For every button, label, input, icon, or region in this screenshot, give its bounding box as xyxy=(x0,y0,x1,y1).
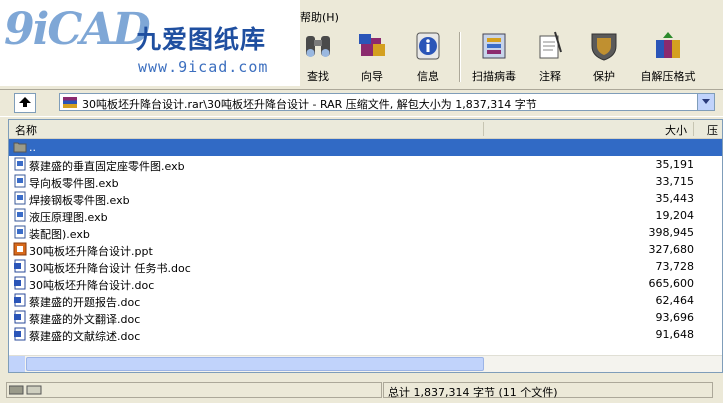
path-bar: 30吨板坯升降台设计.rar\30吨板坯升降台设计 - RAR 压缩文件, 解包… xyxy=(0,89,723,117)
logo-mark: 9iCAD xyxy=(4,4,151,55)
ppt-file-icon xyxy=(13,242,27,256)
horizontal-scrollbar[interactable] xyxy=(9,355,722,372)
file-size: 35,191 xyxy=(655,158,695,171)
scroll-thumb[interactable] xyxy=(26,357,484,371)
wizard-label: 向导 xyxy=(361,70,383,83)
virus-scan-label: 扫描病毒 xyxy=(472,70,516,83)
file-size: 665,600 xyxy=(648,277,695,290)
column-separator[interactable] xyxy=(483,122,484,136)
file-row[interactable]: 焊接钢板零件图.exb 35,443 xyxy=(9,190,722,207)
logo-url: www.9icad.com xyxy=(138,58,269,76)
exb-file-icon xyxy=(13,174,27,188)
status-bar: 总计 1,837,314 字节 (11 个文件) xyxy=(0,378,723,403)
logo-name: 九爱图纸库 xyxy=(136,25,267,54)
wizard-button[interactable]: 向导 xyxy=(346,30,398,84)
virus-scan-icon xyxy=(482,33,506,59)
file-row[interactable]: 30吨板坯升降台设计 任务书.doc 73,728 xyxy=(9,258,722,275)
sfx-label: 自解压格式 xyxy=(640,70,696,83)
status-right-panel: 总计 1,837,314 字节 (11 个文件) xyxy=(383,382,713,399)
rar-archive-icon xyxy=(63,97,77,108)
comment-icon xyxy=(539,31,562,59)
exb-file-icon xyxy=(13,225,27,239)
doc-file-icon xyxy=(13,259,27,273)
file-row[interactable]: 蔡建盛的外文翻译.doc 93,696 xyxy=(9,309,722,326)
menu-help[interactable]: 帮助(H) xyxy=(300,9,339,25)
file-row[interactable]: 蔡建盛的垂直固定座零件图.exb 35,191 xyxy=(9,156,722,173)
file-size: 73,728 xyxy=(655,260,695,273)
path-text: 30吨板坯升降台设计.rar\30吨板坯升降台设计 - RAR 压缩文件, 解包… xyxy=(82,98,537,111)
file-name: 蔡建盛的开题报告.doc xyxy=(29,296,141,309)
file-size: 398,945 xyxy=(648,226,695,239)
file-name: 装配图).exb xyxy=(29,228,90,241)
sfx-icon xyxy=(656,32,680,58)
file-name: .. xyxy=(29,141,36,154)
column-packed[interactable]: 压 xyxy=(707,122,718,138)
file-name: 导向板零件图.exb xyxy=(29,177,119,190)
column-header: 名称 大小 压 xyxy=(9,120,722,139)
info-label: 信息 xyxy=(417,70,439,83)
sfx-button[interactable]: 自解压格式 xyxy=(636,30,700,84)
up-arrow-icon xyxy=(19,97,31,107)
file-name: 30吨板坯升降台设计.ppt xyxy=(29,245,153,258)
file-name: 30吨板坯升降台设计.doc xyxy=(29,279,155,292)
shield-icon xyxy=(591,33,617,61)
status-left-panel xyxy=(6,382,382,398)
virus-scan-button[interactable]: 扫描病毒 xyxy=(466,30,522,84)
file-name: 液压原理图.exb xyxy=(29,211,108,224)
file-name: 30吨板坯升降台设计 任务书.doc xyxy=(29,262,191,275)
scroll-left-button[interactable] xyxy=(9,356,25,372)
file-row[interactable]: .. xyxy=(9,139,722,156)
toolbar-separator xyxy=(459,32,461,82)
file-row[interactable]: 装配图).exb 398,945 xyxy=(9,224,722,241)
status-total: 总计 1,837,314 字节 (11 个文件) xyxy=(388,386,558,399)
file-row[interactable]: 蔡建盛的开题报告.doc 62,464 xyxy=(9,292,722,309)
protect-label: 保护 xyxy=(593,70,615,83)
file-size: 19,204 xyxy=(655,209,695,222)
column-size[interactable]: 大小 xyxy=(665,122,687,138)
file-name: 蔡建盛的文献综述.doc xyxy=(29,330,141,343)
info-button[interactable]: 信息 xyxy=(402,30,454,84)
file-row[interactable]: 30吨板坯升降台设计.doc 665,600 xyxy=(9,275,722,292)
file-rows: .. 蔡建盛的垂直固定座零件图.exb 35,191 导向板零件图.exb 33,715… xyxy=(9,139,722,343)
file-row[interactable]: 蔡建盛的文献综述.doc 91,648 xyxy=(9,326,722,343)
file-name: 蔡建盛的外文翻译.doc xyxy=(29,313,141,326)
watermark-logo: 9iCAD 九爱图纸库 www.9icad.com xyxy=(0,0,300,86)
file-row[interactable]: 30吨板坯升降台设计.ppt 327,680 xyxy=(9,241,722,258)
file-size: 327,680 xyxy=(648,243,695,256)
file-size: 91,648 xyxy=(655,328,695,341)
column-separator[interactable] xyxy=(693,122,694,136)
path-dropdown-button[interactable] xyxy=(697,94,714,110)
file-list[interactable]: 名称 大小 压 .. 蔡建盛的垂直固定座零件图.exb 35,191 导向板零件图.e… xyxy=(8,119,723,373)
wizard-icon xyxy=(359,34,385,56)
up-folder-button[interactable] xyxy=(14,93,36,113)
comment-label: 注释 xyxy=(539,70,561,83)
file-row[interactable]: 液压原理图.exb 19,204 xyxy=(9,207,722,224)
file-size: 33,715 xyxy=(655,175,695,188)
binoculars-icon xyxy=(306,36,330,57)
protect-button[interactable]: 保护 xyxy=(578,30,630,84)
doc-file-icon xyxy=(13,276,27,290)
exb-file-icon xyxy=(13,208,27,222)
file-row[interactable]: 导向板零件图.exb 33,715 xyxy=(9,173,722,190)
info-icon xyxy=(416,32,440,60)
folder-up-icon xyxy=(13,140,27,154)
exb-file-icon xyxy=(13,191,27,205)
exb-file-icon xyxy=(13,157,27,171)
file-size: 93,696 xyxy=(655,311,695,324)
file-name: 蔡建盛的垂直固定座零件图.exb xyxy=(29,160,185,173)
file-name: 焊接钢板零件图.exb xyxy=(29,194,130,207)
drive-icon xyxy=(9,385,42,395)
path-field[interactable]: 30吨板坯升降台设计.rar\30吨板坯升降台设计 - RAR 压缩文件, 解包… xyxy=(59,93,715,111)
column-name[interactable]: 名称 xyxy=(15,122,37,138)
chevron-down-icon xyxy=(702,99,710,104)
file-size: 35,443 xyxy=(655,192,695,205)
comment-button[interactable]: 注释 xyxy=(524,30,576,84)
doc-file-icon xyxy=(13,327,27,341)
doc-file-icon xyxy=(13,293,27,307)
file-size: 62,464 xyxy=(655,294,695,307)
doc-file-icon xyxy=(13,310,27,324)
